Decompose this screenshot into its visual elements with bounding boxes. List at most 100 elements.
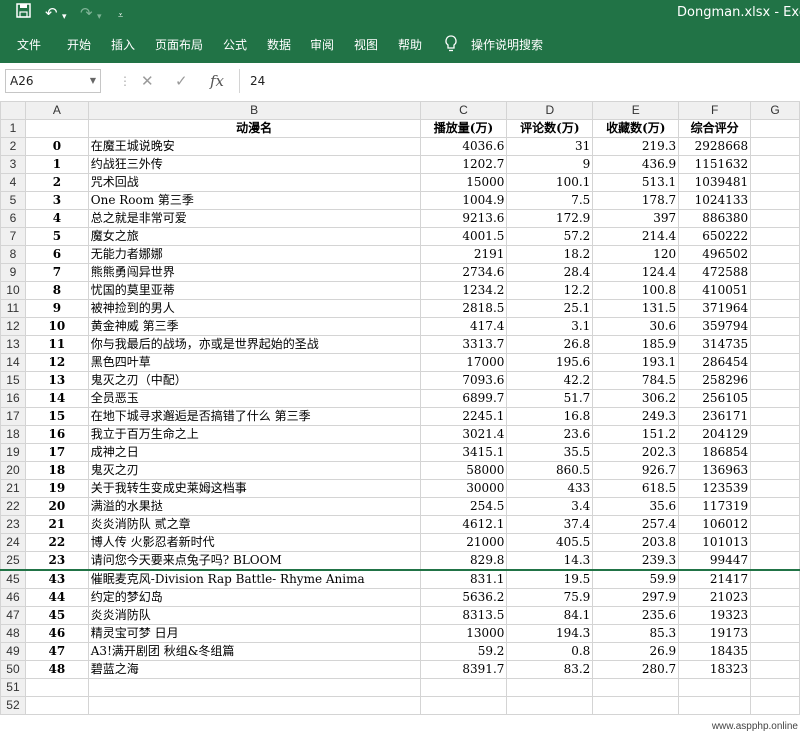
cell[interactable]: 280.7 [592,660,680,679]
cell[interactable]: 405.5 [506,533,594,552]
cell[interactable]: 4 [24,209,89,228]
cell[interactable] [750,137,800,156]
cell[interactable]: 1039481 [678,173,752,192]
cell[interactable]: 3 [24,191,89,210]
row-header[interactable]: 15 [0,371,26,390]
cell[interactable]: 120 [592,245,680,264]
cell[interactable]: 无能力者娜娜 [87,245,421,264]
cell[interactable]: 249.3 [592,407,680,426]
customize-icon[interactable]: ⩡ [118,6,123,26]
cell[interactable]: 99447 [678,551,752,571]
cell[interactable]: 178.7 [592,191,680,210]
cell[interactable]: 19 [24,479,89,498]
cell[interactable]: 48 [24,660,89,679]
row-header[interactable]: 2 [0,137,26,156]
cell[interactable] [750,678,800,697]
cell[interactable]: 258296 [678,371,752,390]
cell[interactable]: 约定的梦幻岛 [87,588,421,607]
cell[interactable]: 42.2 [506,371,594,390]
row-header[interactable]: 19 [0,443,26,462]
redo-icon[interactable]: ↷ [80,3,93,23]
cell[interactable]: 21023 [678,588,752,607]
cell[interactable]: 314735 [678,335,752,354]
cell[interactable] [750,335,800,354]
cell[interactable]: 214.4 [592,227,680,246]
cell[interactable]: 21000 [419,533,508,552]
tab-data[interactable]: 数据 [267,37,291,53]
cell[interactable]: 59.2 [419,642,508,661]
header-cell[interactable]: 播放量(万) [419,119,508,138]
cell[interactable]: 炎炎消防队 贰之章 [87,515,421,534]
cell[interactable]: 13000 [419,624,508,643]
cell[interactable]: 1234.2 [419,281,508,300]
column-header-c[interactable]: C [419,101,508,120]
cell[interactable]: 14.3 [506,551,594,571]
cell[interactable]: 8 [24,281,89,300]
cell[interactable]: 8313.5 [419,606,508,625]
row-header[interactable]: 25 [0,551,26,571]
cell[interactable]: 被神捡到的男人 [87,299,421,318]
cell[interactable]: 256105 [678,389,752,408]
column-header-d[interactable]: D [506,101,594,120]
cell[interactable]: 18435 [678,642,752,661]
cell[interactable]: 你与我最后的战场，亦或是世界起始的圣战 [87,335,421,354]
cell[interactable] [750,533,800,552]
cell[interactable] [750,155,800,174]
cell[interactable] [87,678,421,697]
cell[interactable]: 123539 [678,479,752,498]
cell[interactable] [750,389,800,408]
tab-home[interactable]: 开始 [67,37,91,53]
tab-view[interactable]: 视图 [354,37,378,53]
cell[interactable]: 魔女之旅 [87,227,421,246]
cell[interactable] [750,281,800,300]
cell[interactable]: One Room 第三季 [87,191,421,210]
cell[interactable] [750,696,800,715]
cell[interactable]: 4036.6 [419,137,508,156]
cell[interactable] [750,479,800,498]
cell[interactable] [750,443,800,462]
header-cell[interactable]: 收藏数(万) [592,119,680,138]
cell[interactable]: 37.4 [506,515,594,534]
cell[interactable]: 829.8 [419,551,508,571]
row-header[interactable]: 14 [0,353,26,372]
cell[interactable]: 1 [24,155,89,174]
cell[interactable]: 1024133 [678,191,752,210]
cell[interactable]: 满溢的水果挞 [87,497,421,516]
cell[interactable]: 194.3 [506,624,594,643]
insert-function-icon[interactable]: fx [210,71,224,91]
column-header-f[interactable]: F [678,101,752,120]
cell[interactable]: 193.1 [592,353,680,372]
header-cell[interactable]: 评论数(万) [506,119,594,138]
cell[interactable]: 106012 [678,515,752,534]
column-header-g[interactable]: G [750,101,800,120]
cell[interactable]: 136963 [678,461,752,480]
tab-page-layout[interactable]: 页面布局 [155,37,203,53]
cell[interactable] [750,660,800,679]
row-header[interactable]: 1 [0,119,26,138]
cell[interactable] [506,696,594,715]
cell[interactable]: 鬼灭之刃（中配） [87,371,421,390]
cell[interactable]: 17000 [419,353,508,372]
cell[interactable]: 47 [24,642,89,661]
cell[interactable]: 总之就是非常可爱 [87,209,421,228]
header-cell[interactable]: 综合评分 [678,119,752,138]
cell[interactable] [678,696,752,715]
cell[interactable] [592,696,680,715]
row-header[interactable]: 21 [0,479,26,498]
cell[interactable]: 2928668 [678,137,752,156]
row-header[interactable]: 18 [0,425,26,444]
row-header[interactable]: 12 [0,317,26,336]
cell[interactable]: 472588 [678,263,752,282]
row-header[interactable]: 7 [0,227,26,246]
cell[interactable]: 10 [24,317,89,336]
cell[interactable]: 0.8 [506,642,594,661]
cell[interactable]: 9213.6 [419,209,508,228]
cell[interactable]: 85.3 [592,624,680,643]
cell[interactable]: 860.5 [506,461,594,480]
cell[interactable] [750,569,800,589]
cell[interactable] [750,624,800,643]
cell[interactable] [750,642,800,661]
cell[interactable] [24,119,89,138]
cancel-icon[interactable]: ✕ [141,71,154,91]
cell[interactable] [24,696,89,715]
